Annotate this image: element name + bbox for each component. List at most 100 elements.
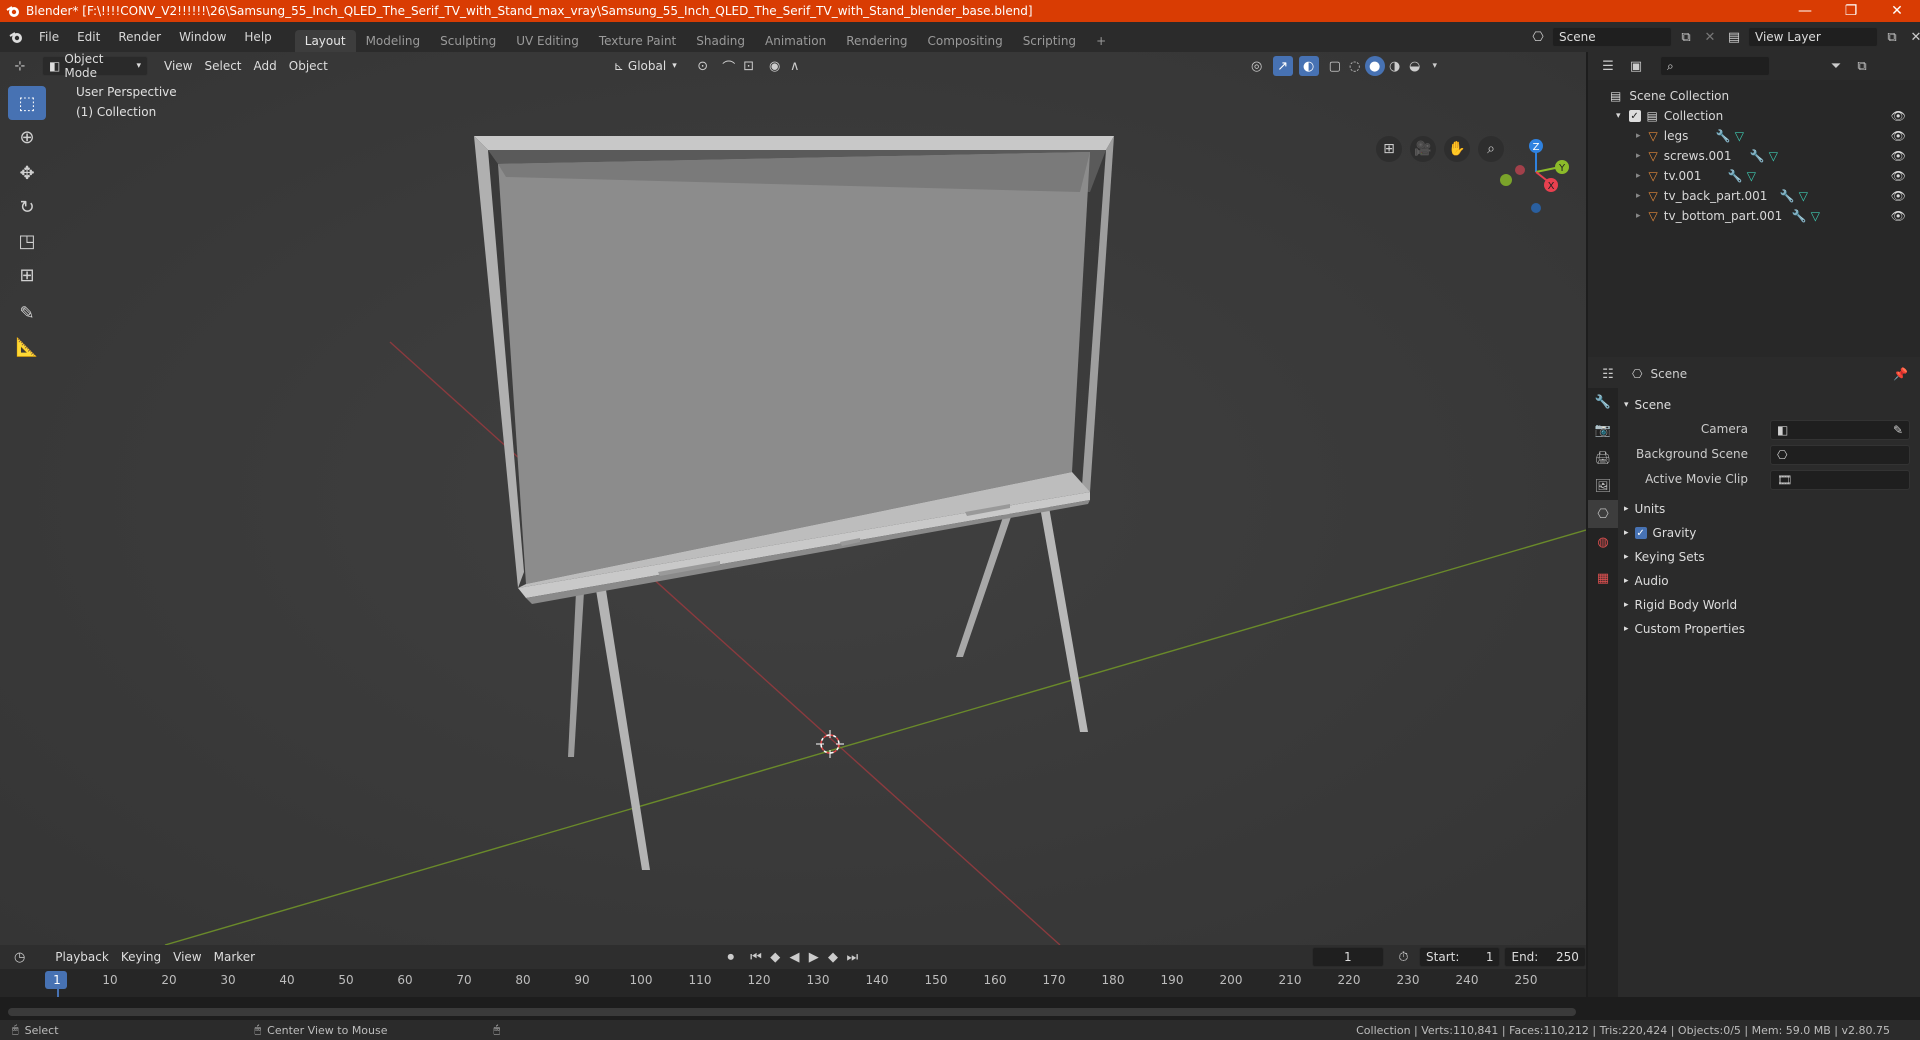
- wireframe-shading-icon[interactable]: ◌: [1345, 56, 1365, 76]
- end-frame-field[interactable]: End: 250: [1504, 947, 1586, 967]
- zoom-icon[interactable]: ⌕: [1478, 136, 1504, 162]
- outliner-row-collection[interactable]: ▾ ✓ ▤ Collection 👁: [1588, 106, 1920, 126]
- material-shading-icon[interactable]: ◑: [1385, 56, 1405, 76]
- tab-layout[interactable]: Layout: [294, 30, 356, 52]
- timeline-ruler[interactable]: 1 10 20 30 40 50 60 70 80 90 100 110 120…: [0, 969, 1586, 997]
- visibility-icon[interactable]: ◎: [1247, 56, 1267, 76]
- checkbox-icon[interactable]: ✓: [1628, 110, 1641, 122]
- eye-icon[interactable]: 👁: [1891, 189, 1906, 203]
- menu-select[interactable]: Select: [198, 56, 247, 76]
- move-tool[interactable]: ✥: [8, 156, 46, 190]
- eye-icon[interactable]: 👁: [1891, 169, 1906, 183]
- active-movie-clip-field[interactable]: 🎞: [1770, 470, 1910, 490]
- eye-icon[interactable]: 👁: [1891, 209, 1906, 223]
- eye-icon[interactable]: 👁: [1891, 129, 1906, 143]
- blender-menu-icon[interactable]: [6, 27, 26, 47]
- rigid-body-world-section-header[interactable]: ▸ Rigid Body World: [1624, 598, 1737, 612]
- clock-icon[interactable]: ⏱: [1394, 947, 1413, 967]
- menu-help[interactable]: Help: [235, 30, 280, 44]
- eyedropper-icon[interactable]: ✎: [1893, 423, 1903, 437]
- properties-editor-icon[interactable]: ☷: [1598, 364, 1618, 384]
- editor-type-icon[interactable]: ⊹: [10, 56, 30, 76]
- background-scene-field[interactable]: ⎔: [1770, 445, 1910, 465]
- close-button[interactable]: ✕: [1874, 3, 1920, 19]
- solid-shading-icon[interactable]: ●: [1364, 56, 1385, 76]
- falloff-icon[interactable]: ∧: [785, 56, 805, 76]
- timeline-editor-icon[interactable]: ◷: [10, 947, 29, 967]
- expand-arrow-icon[interactable]: ▸: [1636, 131, 1641, 141]
- expand-arrow-icon[interactable]: ▸: [1636, 151, 1641, 161]
- snap-icon[interactable]: ⌒: [719, 56, 739, 76]
- scale-tool[interactable]: ◳: [8, 224, 46, 258]
- snap-target-icon[interactable]: ⊡: [739, 56, 759, 76]
- gizmo-toggle-icon[interactable]: ↗: [1272, 56, 1293, 76]
- menu-playback[interactable]: Playback: [49, 947, 115, 967]
- tab-sculpting[interactable]: Sculpting: [430, 30, 506, 52]
- measure-tool[interactable]: 📐: [8, 330, 46, 364]
- rotate-tool[interactable]: ↻: [8, 190, 46, 224]
- menu-marker[interactable]: Marker: [208, 947, 261, 967]
- tab-scripting[interactable]: Scripting: [1013, 30, 1086, 52]
- play-reverse-icon[interactable]: ◀: [785, 947, 804, 967]
- gravity-section-header[interactable]: ▸ ✓ Gravity: [1624, 526, 1696, 540]
- annotate-tool[interactable]: ✎: [8, 296, 46, 330]
- delete-view-layer-icon[interactable]: ✕: [1906, 27, 1920, 47]
- new-collection-icon[interactable]: ⧉: [1852, 56, 1872, 76]
- outliner-row-tv[interactable]: ▸ ▽ tv.001 🔧 ▽ 👁: [1588, 166, 1920, 186]
- pan-hand-icon[interactable]: ✋: [1444, 136, 1470, 162]
- outliner-row-scene-collection[interactable]: ▤ Scene Collection: [1588, 86, 1920, 106]
- eye-icon[interactable]: 👁: [1891, 109, 1906, 123]
- jump-start-icon[interactable]: ⏮: [746, 947, 765, 967]
- outliner-row-legs[interactable]: ▸ ▽ legs 🔧 ▽ 👁: [1588, 126, 1920, 146]
- expand-arrow-icon[interactable]: ▸: [1636, 171, 1641, 181]
- tab-animation[interactable]: Animation: [755, 30, 836, 52]
- view-layer-selector[interactable]: View Layer: [1748, 27, 1878, 47]
- 3d-viewport[interactable]: Z Y X ⊹ ◧ Object Mode ▾ View Select Add …: [0, 52, 1586, 945]
- ortho-grid-icon[interactable]: ⊞: [1376, 136, 1402, 162]
- record-icon[interactable]: ⏺: [721, 947, 740, 967]
- cursor-tool[interactable]: ⊕: [8, 120, 46, 154]
- tab-texture-paint[interactable]: Texture Paint: [589, 30, 686, 52]
- units-section-header[interactable]: ▸ Units: [1624, 502, 1665, 516]
- minimize-button[interactable]: —: [1782, 3, 1828, 19]
- orientation-selector[interactable]: ⊾ Global ▾: [608, 56, 683, 76]
- menu-edit[interactable]: Edit: [68, 30, 109, 44]
- view-layer-icon[interactable]: ▤: [1724, 27, 1744, 47]
- restore-button[interactable]: ❐: [1828, 3, 1874, 19]
- shading-options-chevron-icon[interactable]: ▾: [1425, 56, 1445, 76]
- timeline-scrollbar[interactable]: [8, 1008, 1576, 1016]
- scene-icon[interactable]: ⎔: [1528, 27, 1548, 47]
- display-mode-icon[interactable]: ▣: [1626, 56, 1646, 76]
- menu-window[interactable]: Window: [170, 30, 235, 44]
- start-frame-field[interactable]: Start: 1: [1419, 947, 1501, 967]
- menu-keying[interactable]: Keying: [115, 947, 167, 967]
- camera-view-icon[interactable]: 🎥: [1410, 136, 1436, 162]
- tab-uv-editing[interactable]: UV Editing: [506, 30, 589, 52]
- custom-properties-section-header[interactable]: ▸ Custom Properties: [1624, 622, 1745, 636]
- menu-render[interactable]: Render: [109, 30, 170, 44]
- jump-end-icon[interactable]: ⏭: [843, 947, 862, 967]
- outliner-search-input[interactable]: ⌕: [1660, 56, 1770, 76]
- next-keyframe-icon[interactable]: ◆: [823, 947, 842, 967]
- texture-tab-icon[interactable]: ▦: [1588, 564, 1618, 592]
- transform-tool[interactable]: ⊞: [8, 258, 46, 292]
- select-box-tool[interactable]: ⬚: [8, 86, 46, 120]
- scene-selector[interactable]: Scene: [1552, 27, 1672, 47]
- expand-arrow-icon[interactable]: ▾: [1616, 111, 1621, 121]
- mode-selector[interactable]: ◧ Object Mode ▾: [42, 52, 148, 80]
- keying-sets-section-header[interactable]: ▸ Keying Sets: [1624, 550, 1705, 564]
- add-workspace-button[interactable]: +: [1086, 30, 1116, 52]
- menu-add[interactable]: Add: [248, 56, 283, 76]
- camera-field[interactable]: ◧ ✎: [1770, 420, 1910, 440]
- prev-keyframe-icon[interactable]: ◆: [766, 947, 785, 967]
- expand-arrow-icon[interactable]: ▸: [1636, 191, 1641, 201]
- tab-modeling[interactable]: Modeling: [356, 30, 431, 52]
- xray-icon[interactable]: ▢: [1325, 56, 1345, 76]
- outliner-row-tv-bottom-part[interactable]: ▸ ▽ tv_bottom_part.001 🔧 ▽ 👁: [1588, 206, 1920, 226]
- menu-timeline-view[interactable]: View: [167, 947, 207, 967]
- audio-section-header[interactable]: ▸ Audio: [1624, 574, 1669, 588]
- tab-rendering[interactable]: Rendering: [836, 30, 917, 52]
- eye-icon[interactable]: 👁: [1891, 149, 1906, 163]
- rendered-shading-icon[interactable]: ◒: [1405, 56, 1425, 76]
- new-view-layer-icon[interactable]: ⧉: [1882, 27, 1902, 47]
